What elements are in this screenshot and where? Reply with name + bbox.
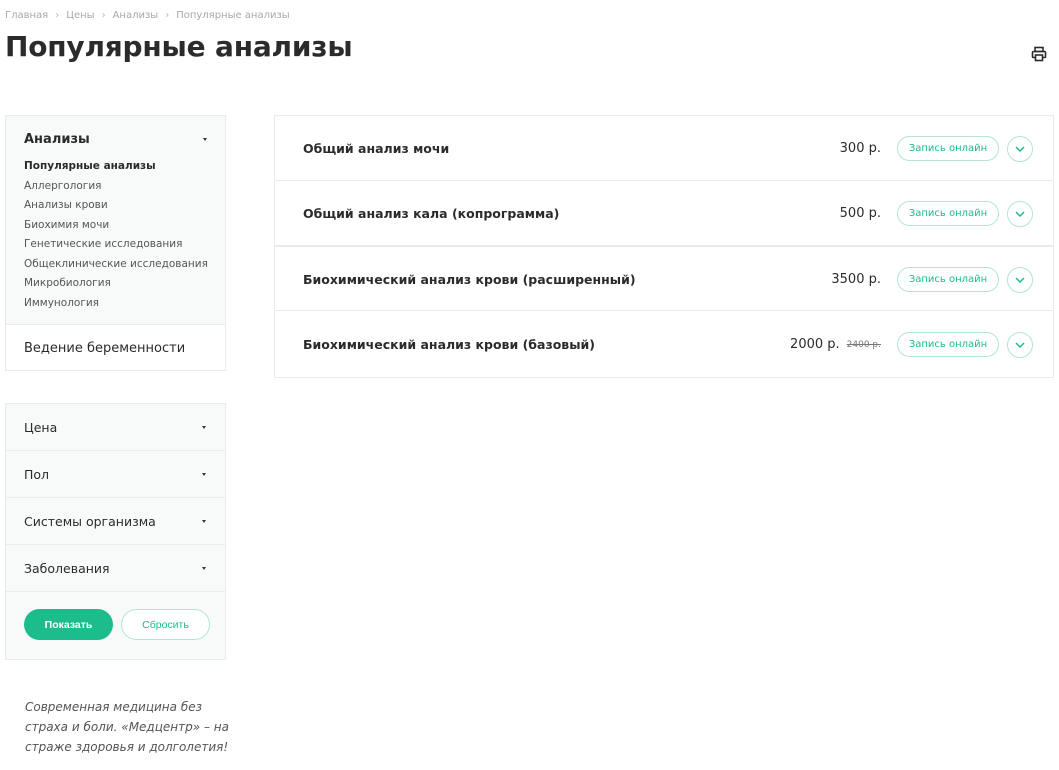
list-item: Биохимический анализ крови (базовый) 200… <box>275 312 1053 377</box>
book-online-button[interactable]: Запись онлайн <box>897 201 999 226</box>
breadcrumb-prices[interactable]: Цены <box>66 10 94 21</box>
filter-gender[interactable]: Пол <box>6 451 225 498</box>
breadcrumb-analyses[interactable]: Анализы <box>113 10 159 21</box>
filter-body-systems[interactable]: Системы организма <box>6 498 225 545</box>
price-value: 2000 р. <box>790 337 840 352</box>
breadcrumb: Главная › Цены › Анализы › Популярные ан… <box>5 10 290 21</box>
analysis-price: 3500 р. <box>831 247 881 312</box>
analysis-price: 2000 р. 2400 р. <box>790 312 881 377</box>
category-item-urine-biochem[interactable]: Биохимия мочи <box>24 218 208 238</box>
category-item-microbiology[interactable]: Микробиология <box>24 276 208 296</box>
caret-down-icon <box>202 566 207 571</box>
filter-diseases-label: Заболевания <box>24 560 110 576</box>
price-value: 300 р. <box>839 141 881 156</box>
list-item: Общий анализ кала (копрограмма) 500 р. З… <box>275 181 1053 246</box>
breadcrumb-home[interactable]: Главная <box>5 10 48 21</box>
analysis-name: Общий анализ кала (копрограмма) <box>303 206 560 221</box>
category-item-popular[interactable]: Популярные анализы <box>24 159 208 179</box>
old-price: 2400 р. <box>846 339 881 350</box>
filter-price-label: Цена <box>24 419 58 435</box>
chevron-right-icon: › <box>165 10 170 21</box>
chevron-down-icon[interactable] <box>1007 136 1033 162</box>
show-button[interactable]: Показать <box>24 609 113 640</box>
category-heading-label: Анализы <box>24 132 90 147</box>
chevron-down-icon[interactable] <box>1007 267 1033 293</box>
printer-icon[interactable] <box>1030 45 1048 63</box>
chevron-down-icon[interactable] <box>1007 332 1033 358</box>
reset-button[interactable]: Сбросить <box>121 609 210 640</box>
list-item: Биохимический анализ крови (расширенный)… <box>275 246 1053 311</box>
caret-down-icon <box>202 519 207 524</box>
price-value: 500 р. <box>839 206 881 221</box>
category-pregnancy[interactable]: Ведение беременности <box>6 324 225 370</box>
filter-panel: Цена Пол Системы организма Заболевания П… <box>5 403 226 660</box>
caret-down-icon <box>202 472 207 477</box>
slogan-text: Современная медицина без страха и боли. … <box>25 700 229 754</box>
category-item-clinical[interactable]: Общеклинические исследования <box>24 257 208 277</box>
chevron-right-icon: › <box>55 10 60 21</box>
breadcrumb-current: Популярные анализы <box>176 10 290 21</box>
price-value: 3500 р. <box>831 272 881 287</box>
caret-down-icon <box>203 137 208 142</box>
category-item-blood[interactable]: Анализы крови <box>24 198 208 218</box>
analyses-list: Общий анализ мочи 300 р. Запись онлайн О… <box>274 115 1054 378</box>
caret-down-icon <box>202 425 207 430</box>
filter-diseases[interactable]: Заболевания <box>6 545 225 592</box>
chevron-right-icon: › <box>101 10 106 21</box>
category-item-allergology[interactable]: Аллергология <box>24 179 208 199</box>
analysis-price: 500 р. <box>840 181 881 246</box>
category-item-immunology[interactable]: Иммунология <box>24 296 208 316</box>
book-online-button[interactable]: Запись онлайн <box>897 136 999 161</box>
book-online-button[interactable]: Запись онлайн <box>897 332 999 357</box>
category-list: Популярные анализы Аллергология Анализы … <box>24 159 208 315</box>
category-panel: Анализы Популярные анализы Аллергология … <box>5 115 226 371</box>
book-online-button[interactable]: Запись онлайн <box>897 267 999 292</box>
analysis-name: Биохимический анализ крови (базовый) <box>303 337 595 352</box>
filter-price[interactable]: Цена <box>6 404 225 451</box>
analysis-price: 300 р. <box>840 116 881 181</box>
chevron-down-icon[interactable] <box>1007 201 1033 227</box>
filter-body-systems-label: Системы организма <box>24 513 156 529</box>
list-item: Общий анализ мочи 300 р. Запись онлайн <box>275 116 1053 181</box>
analysis-name: Биохимический анализ крови (расширенный) <box>303 272 636 287</box>
filter-gender-label: Пол <box>24 466 50 482</box>
category-item-genetic[interactable]: Генетические исследования <box>24 237 208 257</box>
page-title: Популярные анализы <box>5 30 353 63</box>
category-heading[interactable]: Анализы <box>24 132 208 147</box>
analysis-name: Общий анализ мочи <box>303 141 450 156</box>
